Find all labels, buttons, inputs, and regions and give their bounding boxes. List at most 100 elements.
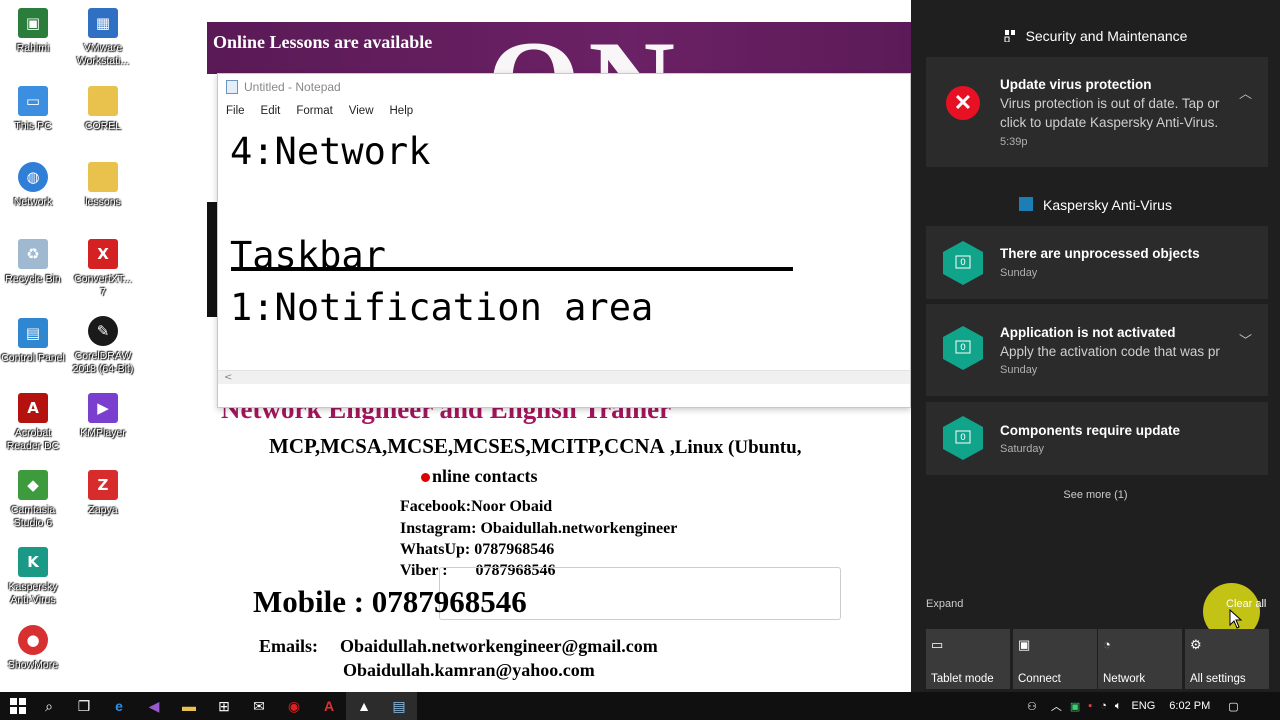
vmware-icon: ▦: [88, 8, 118, 38]
desktop-icon-lessons[interactable]: lessons: [70, 162, 136, 209]
notepad-icon: [226, 80, 238, 94]
action-center-icon[interactable]: ▢: [1228, 700, 1238, 713]
group-kaspersky: Kaspersky Anti-Virus: [911, 197, 1280, 213]
notepad-horizontal-scrollbar[interactable]: <: [218, 370, 910, 384]
slide-email-1: Obaidullah.networkengineer@gmail.com: [340, 636, 658, 656]
task-view-button[interactable]: ❐: [66, 692, 102, 720]
desktop-icon-convertx[interactable]: X ConvertXT... 7: [70, 239, 136, 299]
search-button[interactable]: ⌕: [31, 692, 67, 720]
menu-view[interactable]: View: [349, 105, 374, 117]
folder-icon: ▬: [182, 698, 196, 714]
chevron-up-icon[interactable]: ︿: [1051, 698, 1062, 714]
taskbar-edge[interactable]: e: [101, 692, 137, 720]
menu-help[interactable]: Help: [390, 105, 414, 117]
notepad-title: Untitled - Notepad: [244, 80, 341, 94]
notepad-line-2: Taskbar: [230, 234, 386, 277]
desktop-icon-camtasia[interactable]: ◆ Camtasia Studio 6: [0, 470, 66, 530]
taskbar-acrobat[interactable]: A: [311, 692, 347, 720]
notepad-text-area[interactable]: 4:Network Taskbar 1:Notification area: [218, 122, 910, 370]
action-center: Security and Maintenance ✕ Update virus …: [911, 0, 1280, 692]
mail-icon: ✉: [253, 697, 265, 714]
chevron-up-icon[interactable]: ︿: [1239, 83, 1252, 102]
svg-text:0: 0: [960, 343, 966, 353]
desktop-icon-zapya[interactable]: Z Zapya: [70, 470, 136, 517]
menu-format[interactable]: Format: [296, 105, 332, 117]
slide-certs: MCP,MCSA,MCSE,MCSES,MCITP,CCNA ,Linux (U…: [269, 434, 801, 459]
taskbar-file-explorer[interactable]: ▬: [171, 692, 207, 720]
error-icon: ✕: [946, 86, 980, 120]
desktop-icon-control-panel[interactable]: ▤ Control Panel: [0, 318, 66, 365]
mouse-cursor-icon: [1229, 609, 1243, 629]
slide-whatsapp: WhatsUp: 0787968546: [400, 541, 555, 558]
folder-icon: [88, 162, 118, 192]
notepad-window[interactable]: Untitled - Notepad File Edit Format View…: [217, 73, 911, 408]
taskbar-notepad[interactable]: ▤: [381, 692, 417, 720]
desktop-icon-kmplayer[interactable]: ▶ KMPlayer: [70, 393, 136, 440]
menu-edit[interactable]: Edit: [261, 105, 281, 117]
notification-components-update[interactable]: 0 Components require update Saturday: [926, 402, 1268, 475]
notification-unprocessed-objects[interactable]: 0 There are unprocessed objects Sunday: [926, 226, 1268, 299]
control-panel-icon: ▤: [18, 318, 48, 348]
notepad-icon: ▤: [392, 697, 406, 714]
photos-icon: ▲: [357, 698, 371, 714]
certs-linux: ,Linux (Ubuntu,: [669, 437, 802, 458]
desktop-icon-corel[interactable]: COREL: [70, 86, 136, 133]
quick-action-connect[interactable]: ▣ Connect: [1013, 629, 1097, 689]
notepad-line-1: 4:Network: [230, 130, 431, 173]
desktop-icon-network[interactable]: ◍ Network: [0, 162, 66, 209]
menu-file[interactable]: File: [226, 105, 245, 117]
notification-title: There are unprocessed objects: [1000, 246, 1200, 261]
battery-icon[interactable]: ▣: [1070, 700, 1080, 713]
chevron-down-icon[interactable]: ﹀: [1239, 330, 1252, 349]
flag-icon: [1004, 30, 1015, 42]
taskbar-mail[interactable]: ✉: [241, 692, 277, 720]
group2-label: Kaspersky Anti-Virus: [1043, 197, 1172, 213]
notification-time: Sunday: [1000, 364, 1038, 376]
taskbar-store[interactable]: ⊞: [206, 692, 242, 720]
quick-action-all-settings[interactable]: ⚙ All settings: [1185, 629, 1269, 689]
desktop-icon-recycle-bin[interactable]: ♻ Recycle Bin: [0, 239, 66, 286]
notification-time: Saturday: [1000, 443, 1045, 455]
tablet-mode-icon: ▭: [931, 637, 944, 652]
expand-link[interactable]: Expand: [926, 598, 963, 610]
showmore-icon: ●: [18, 625, 48, 655]
desktop-icon-showmore[interactable]: ● ShowMore: [0, 625, 66, 672]
desktop-icon-acrobat[interactable]: A Acrobat Reader DC: [0, 393, 66, 453]
notepad-underline: [231, 267, 793, 271]
taskbar-visual-studio[interactable]: ◀: [136, 692, 172, 720]
notification-title: Update virus protection: [1000, 77, 1152, 92]
desktop-icon-coreldraw[interactable]: ✎ CorelDRAW 2018 (64-Bit): [70, 316, 136, 376]
notification-time: 5:39p: [1000, 136, 1028, 148]
notification-title: Application is not activated: [1000, 325, 1176, 340]
record-icon: ◉: [287, 697, 301, 714]
desktop-icon-rahimi[interactable]: ▣ Rahimi: [0, 8, 66, 55]
taskbar-photos[interactable]: ▲: [346, 692, 382, 720]
kaspersky-shield-icon: 0: [943, 416, 983, 460]
volume-icon[interactable]: 🔈︎: [1115, 700, 1122, 713]
desktop-icon-kaspersky[interactable]: K Kaspersky Anti-Virus: [0, 547, 66, 607]
slide-online-contacts: nline contacts: [421, 466, 538, 487]
see-more-link[interactable]: See more (1): [911, 489, 1280, 501]
folder-icon: [88, 86, 118, 116]
wifi-icon[interactable]: ◔: [1100, 700, 1107, 712]
clock[interactable]: 6:02 PM: [1169, 700, 1210, 712]
notification-not-activated[interactable]: 0 Application is not activated Apply the…: [926, 304, 1268, 396]
notepad-line-3: 1:Notification area: [230, 286, 654, 329]
quick-action-tablet-mode[interactable]: ▭ Tablet mode: [926, 629, 1010, 689]
slide-facebook: Facebook:Noor Obaid: [400, 498, 553, 515]
notification-update-virus[interactable]: ✕ Update virus protection Virus protecti…: [926, 57, 1268, 167]
notification-title: Components require update: [1000, 423, 1181, 438]
desktop-icon-vmware[interactable]: ▦ VMware Workstati...: [70, 8, 136, 68]
quick-action-network[interactable]: ◔ Network: [1098, 629, 1182, 689]
desktop-icon-this-pc[interactable]: ▭ This PC: [0, 86, 66, 133]
notepad-titlebar[interactable]: Untitled - Notepad: [218, 74, 910, 100]
people-icon[interactable]: ⚇: [1027, 700, 1037, 713]
language-indicator[interactable]: ENG: [1131, 700, 1155, 712]
slide-dark-bar: [207, 202, 217, 317]
kaspersky-shield-icon: 0: [943, 241, 983, 285]
windows-icon: [10, 698, 26, 714]
taskbar-recorder[interactable]: ◉: [276, 692, 312, 720]
group1-label: Security and Maintenance: [1025, 28, 1188, 44]
scroll-left-arrow-icon[interactable]: <: [224, 372, 232, 383]
kaspersky-tray-icon[interactable]: ▪: [1088, 700, 1092, 712]
